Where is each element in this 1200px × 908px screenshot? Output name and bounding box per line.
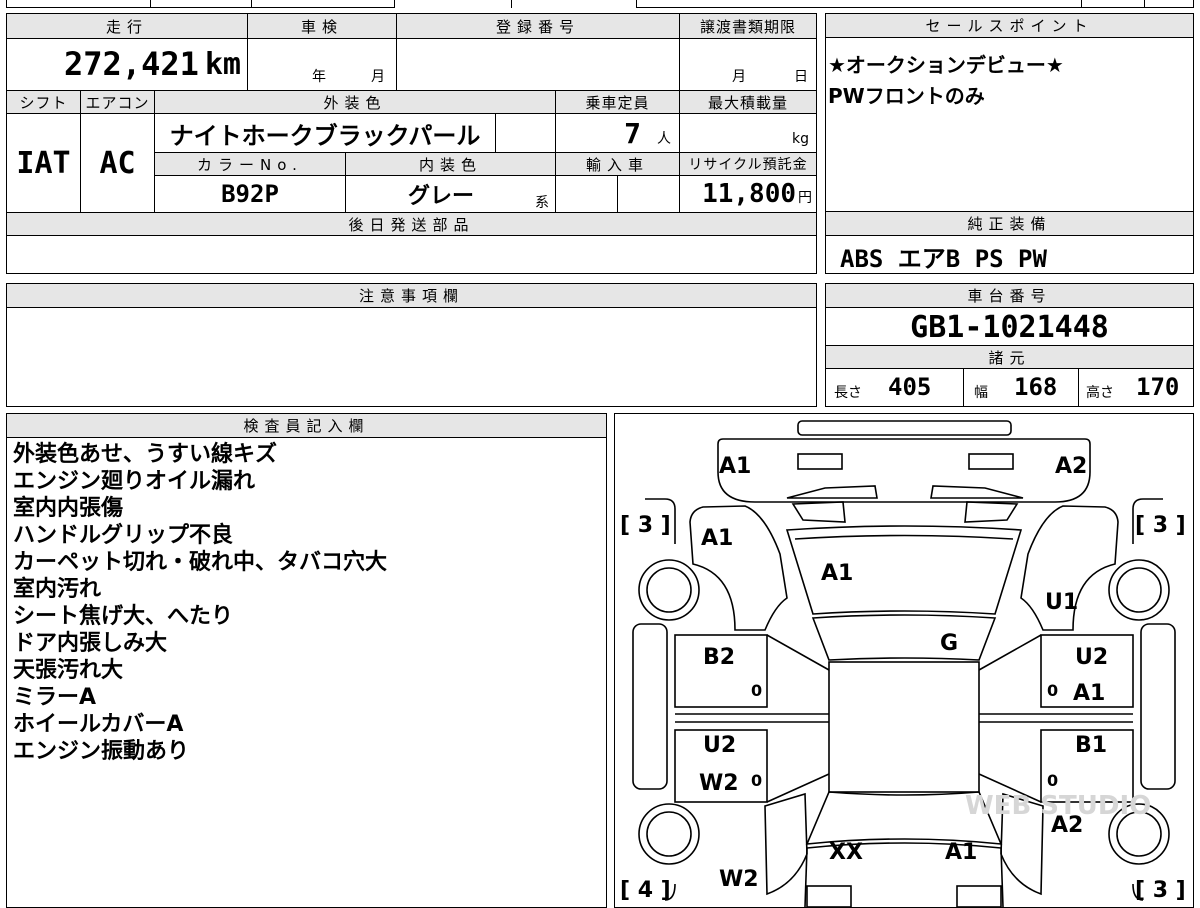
interior-color-value: グレー bbox=[407, 184, 474, 209]
mark-rear-right: A1 bbox=[945, 840, 977, 865]
car-diagram-box: WEB STUDIO [ 3 ] [ 3 ] [ 4 ] [ 3 ] A1 A2… bbox=[614, 413, 1194, 908]
genuine-equipment-header: 純正装備 bbox=[826, 212, 1193, 236]
main-info-table: 走行 車検 登録番号 譲渡書類期限 272,421 km 年 月 月 日 シフト… bbox=[6, 13, 817, 274]
tire-rear-left: [ 4 ] bbox=[620, 878, 671, 903]
exterior-color-value: ナイトホークブラックパール bbox=[169, 121, 481, 150]
inspector-line: エンジン廻りオイル漏れ bbox=[13, 469, 256, 494]
max-load-unit: kg bbox=[792, 131, 809, 147]
specs-header: 諸元 bbox=[826, 345, 1193, 369]
mark-windshield: G bbox=[940, 631, 958, 656]
sales-point-line-2: PWフロントのみ bbox=[828, 84, 985, 108]
color-no-header: カラーNo. bbox=[155, 153, 345, 175]
mark-bumper-right: A2 bbox=[1055, 454, 1087, 479]
inspector-line: ハンドルグリップ不良 bbox=[13, 523, 234, 548]
inspector-header: 検査員記入欄 bbox=[7, 414, 606, 438]
inspector-line: ドア内張しみ大 bbox=[13, 631, 168, 656]
mark-zero: 0 bbox=[1047, 771, 1058, 790]
mark-front-door-right-2: A1 bbox=[1073, 681, 1105, 706]
registration-header: 登録番号 bbox=[397, 14, 679, 38]
mark-front-door-right-1: U2 bbox=[1075, 645, 1108, 670]
inspector-line: ミラーA bbox=[13, 685, 97, 710]
spec-height-value: 170 bbox=[1136, 373, 1180, 401]
tire-front-right: [ 3 ] bbox=[1135, 513, 1186, 538]
inspector-line: 室内内張傷 bbox=[13, 496, 124, 521]
transfer-deadline-header: 譲渡書類期限 bbox=[680, 14, 816, 38]
transfer-month-label: 月 bbox=[732, 69, 746, 85]
sales-points-header: セールスポイント bbox=[826, 14, 1193, 38]
sales-point-line-1: ★オークションデビュー★ bbox=[828, 53, 1064, 77]
capacity-cell: 7 人 bbox=[556, 114, 679, 152]
mark-rear-door-left-1: U2 bbox=[703, 733, 736, 758]
recycle-fee-unit: 円 bbox=[798, 190, 812, 206]
inspector-line: シート焦げ大、へたり bbox=[13, 604, 234, 629]
mark-zero: 0 bbox=[1047, 681, 1058, 700]
aircon-value: AC bbox=[99, 145, 136, 181]
capacity-value: 7 bbox=[624, 116, 641, 150]
recycle-fee-value: 11,800 bbox=[702, 179, 796, 209]
genuine-equipment-box: 純正装備 ABS エアB PS PW bbox=[825, 212, 1194, 274]
mark-fender-front-left: A1 bbox=[701, 526, 733, 551]
mark-rear-door-right: B1 bbox=[1075, 733, 1107, 758]
top-strip: ■■ ■■ bbox=[6, 0, 1194, 8]
sales-points-box: セールスポイント ★オークションデビュー★ PWフロントのみ bbox=[825, 13, 1194, 212]
mileage-value: 272,421 bbox=[64, 45, 199, 83]
mark-quarter-right: A2 bbox=[1051, 813, 1083, 838]
spec-width-label: 幅 bbox=[974, 385, 988, 401]
interior-color-header: 内装色 bbox=[346, 153, 555, 175]
mark-hood: A1 bbox=[821, 561, 853, 586]
shift-header: シフト bbox=[7, 91, 80, 113]
spec-length-value: 405 bbox=[888, 373, 932, 401]
tire-front-left: [ 3 ] bbox=[620, 513, 671, 538]
inspector-line: 外装色あせ、うすい線キズ bbox=[13, 442, 278, 467]
mark-front-door-left: B2 bbox=[703, 645, 735, 670]
inspector-box: 検査員記入欄 外装色あせ、うすい線キズ エンジン廻りオイル漏れ 室内内張傷 ハン… bbox=[6, 413, 607, 908]
mark-zero: 0 bbox=[751, 681, 762, 700]
spec-length-label: 長さ bbox=[834, 385, 862, 401]
mileage-unit: km bbox=[204, 46, 241, 82]
chassis-specs-box: 車台番号 GB1-1021448 諸元 長さ 405 幅 168 高さ 170 bbox=[825, 283, 1194, 407]
mark-bumper-left: A1 bbox=[719, 454, 751, 479]
notes-box: 注意事項欄 bbox=[6, 283, 817, 407]
inspector-line: 室内汚れ bbox=[13, 577, 102, 602]
recycle-fee-header: リサイクル預託金 bbox=[680, 153, 816, 175]
spec-width-value: 168 bbox=[1014, 373, 1058, 401]
mark-fender-front-right: U1 bbox=[1045, 590, 1078, 615]
notes-header: 注意事項欄 bbox=[7, 284, 816, 308]
color-no-value: B92P bbox=[221, 180, 279, 208]
mark-rear-center: XX bbox=[829, 840, 863, 865]
spec-height-label: 高さ bbox=[1086, 385, 1114, 401]
capacity-unit: 人 bbox=[657, 131, 671, 147]
inspector-line: エンジン振動あり bbox=[13, 739, 190, 764]
shift-value: IAT bbox=[16, 145, 71, 181]
chassis-header: 車台番号 bbox=[826, 284, 1193, 308]
inspector-line: ホイールカバーA bbox=[13, 712, 184, 737]
mark-zero: 0 bbox=[751, 771, 762, 790]
exterior-color-header: 外装色 bbox=[155, 91, 555, 113]
inspector-line: 天張汚れ大 bbox=[13, 658, 124, 683]
recycle-fee-cell: 11,800 円 bbox=[680, 176, 816, 212]
inspection-header: 車検 bbox=[248, 14, 396, 38]
car-diagram: WEB STUDIO [ 3 ] [ 3 ] [ 4 ] [ 3 ] A1 A2… bbox=[620, 420, 1186, 907]
tire-rear-right: [ 3 ] bbox=[1135, 878, 1186, 903]
transfer-day-label: 日 bbox=[794, 69, 808, 85]
max-load-header: 最大積載量 bbox=[680, 91, 816, 113]
chassis-number: GB1-1021448 bbox=[910, 309, 1109, 345]
mark-rear-left: W2 bbox=[719, 867, 759, 892]
inspection-year-label: 年 bbox=[312, 69, 326, 85]
mileage-value-cell: 272,421 km bbox=[7, 39, 247, 89]
mark-rear-door-left-2: W2 bbox=[699, 771, 739, 796]
inspection-month-label: 月 bbox=[371, 69, 385, 85]
inspector-lines: 外装色あせ、うすい線キズ エンジン廻りオイル漏れ 室内内張傷 ハンドルグリップ不… bbox=[13, 441, 387, 765]
inspector-line: カーペット切れ・破れ中、タバコ穴大 bbox=[13, 550, 388, 575]
genuine-equipment-value: ABS エアB PS PW bbox=[840, 245, 1047, 273]
import-header: 輸入車 bbox=[556, 153, 679, 175]
mileage-header: 走行 bbox=[7, 14, 247, 38]
aircon-header: エアコン bbox=[81, 91, 154, 113]
later-parts-header: 後日発送部品 bbox=[7, 213, 816, 235]
capacity-header: 乗車定員 bbox=[556, 91, 679, 113]
interior-color-suffix: 系 bbox=[535, 195, 549, 211]
